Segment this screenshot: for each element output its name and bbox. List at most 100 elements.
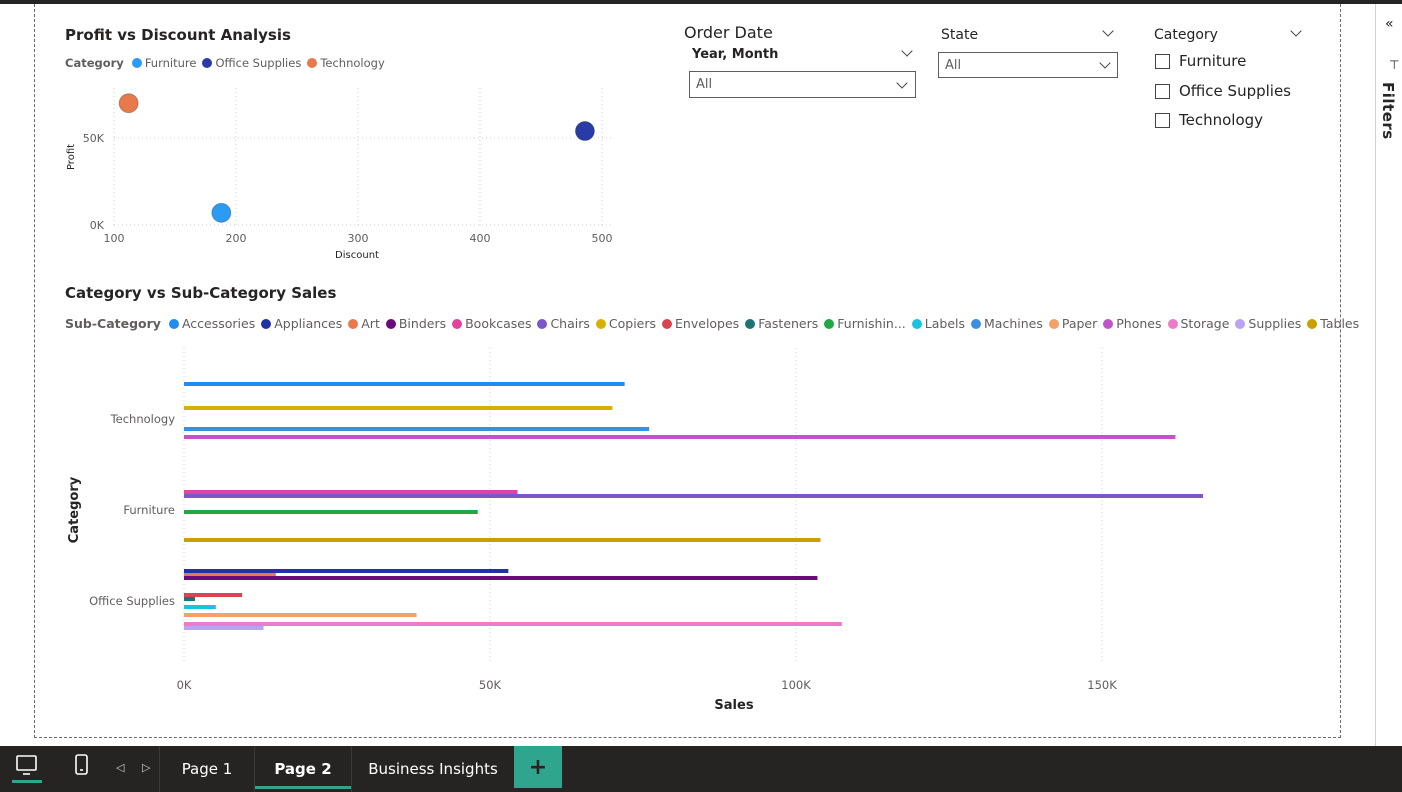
legend-item[interactable]: Technology: [307, 56, 385, 70]
legend-marker: [385, 318, 396, 329]
legend-label: Furnishin...: [837, 316, 906, 331]
legend-marker: [307, 58, 318, 68]
legend-item[interactable]: Storage: [1167, 316, 1229, 331]
legend-marker: [911, 318, 922, 329]
page-tab-business-insights[interactable]: Business Insights: [351, 746, 514, 792]
category-option-label: Technology: [1179, 111, 1264, 129]
order-date-dropdown[interactable]: All: [689, 71, 916, 98]
legend-marker: [261, 318, 272, 329]
legend-item[interactable]: Phones: [1103, 316, 1162, 331]
category-option-office-supplies[interactable]: Office Supplies: [1155, 82, 1291, 100]
legend-title: Category: [65, 56, 124, 70]
filter-icon: ⊤: [1389, 58, 1400, 72]
legend-marker: [1235, 318, 1246, 329]
y-axis-title: Category: [67, 476, 82, 543]
collapse-icon[interactable]: «: [1385, 16, 1394, 32]
legend-label: Chairs: [550, 316, 590, 331]
bar-furniture-bookcases[interactable]: [184, 490, 518, 494]
bar-office-supplies-supplies[interactable]: [184, 626, 264, 630]
bar-legend: Sub-Category Accessories Appliances Art Bind…: [65, 316, 1365, 331]
legend-item[interactable]: Tables: [1307, 316, 1359, 331]
legend-item[interactable]: Envelopes: [662, 316, 739, 331]
chevron-down-icon: [896, 77, 908, 89]
legend-label: Accessories: [181, 316, 256, 331]
legend-item[interactable]: Binders: [385, 316, 447, 331]
checkbox[interactable]: [1155, 53, 1170, 69]
legend-label: Furniture: [144, 56, 197, 70]
bar-office-supplies-envelopes[interactable]: [184, 593, 243, 597]
bar-technology-copiers[interactable]: [184, 406, 613, 410]
legend-item[interactable]: Art: [348, 316, 380, 331]
legend-item[interactable]: Bookcases: [452, 316, 531, 331]
legend-marker: [971, 318, 982, 329]
filters-pane-label: Filters: [1379, 82, 1397, 140]
bar-technology-accessories[interactable]: [184, 382, 625, 386]
checkbox[interactable]: [1155, 112, 1170, 128]
legend-label: Binders: [398, 316, 447, 331]
bar-chart-title: Category vs Sub-Category Sales: [65, 284, 337, 302]
category-axis-label: Technology: [110, 412, 176, 426]
legend-item[interactable]: Accessories: [168, 316, 256, 331]
legend-item[interactable]: Chairs: [537, 316, 590, 331]
checkbox[interactable]: [1155, 83, 1170, 99]
bar-office-supplies-paper[interactable]: [184, 613, 417, 617]
legend-label: Appliances: [274, 316, 343, 331]
legend-label: Bookcases: [465, 316, 532, 331]
filters-pane[interactable]: « ⊤ Filters: [1375, 4, 1402, 746]
legend-marker: [452, 318, 463, 329]
legend-item[interactable]: Office Supplies: [202, 56, 301, 70]
bar-technology-machines[interactable]: [184, 427, 650, 431]
legend-label: Office Supplies: [215, 56, 302, 70]
bar-furniture-chairs[interactable]: [184, 494, 1203, 498]
legend-marker: [662, 318, 673, 329]
legend-label: Tables: [1320, 316, 1360, 331]
bar-technology-phones[interactable]: [184, 435, 1176, 439]
x-tick-label: 500: [592, 232, 613, 245]
legend-label: Technology: [320, 56, 385, 70]
page-navigation-bar: ◁ ▷ Page 1 Page 2 Business Insights +: [0, 746, 1402, 792]
scatter-title: Profit vs Discount Analysis: [65, 26, 291, 44]
legend-marker: [1167, 318, 1178, 329]
bar-furniture-tables[interactable]: [184, 538, 821, 542]
mobile-view-icon[interactable]: [75, 754, 89, 776]
scatter-point-technology[interactable]: [118, 93, 139, 114]
legend-item[interactable]: Machines: [971, 316, 1043, 331]
legend-label: Machines: [984, 316, 1043, 331]
state-value: All: [945, 57, 962, 73]
x-axis-title: Discount: [335, 250, 379, 261]
legend-item[interactable]: Paper: [1048, 316, 1097, 331]
legend-item[interactable]: Furnishin...: [824, 316, 906, 331]
page-tab-page-2[interactable]: Page 2: [254, 746, 351, 792]
page-tab-page-1[interactable]: Page 1: [159, 746, 254, 792]
order-date-hierarchy-label: Year, Month: [692, 47, 779, 62]
bar-office-supplies-binders[interactable]: [184, 576, 818, 580]
category-option-furniture[interactable]: Furniture: [1155, 52, 1246, 70]
add-page-button[interactable]: +: [514, 746, 562, 788]
category-slicer-title: Category: [1154, 27, 1218, 43]
bar-furniture-furnishin-[interactable]: [184, 510, 478, 514]
legend-item[interactable]: Appliances: [261, 316, 342, 331]
bar-office-supplies-labels[interactable]: [184, 605, 216, 609]
next-page-icon[interactable]: ▷: [142, 761, 150, 774]
legend-marker: [595, 318, 606, 329]
bar-office-supplies-appliances[interactable]: [184, 569, 509, 573]
x-tick-label: 400: [470, 232, 491, 245]
desktop-view-indicator: [12, 780, 42, 783]
legend-item[interactable]: Copiers: [595, 316, 656, 331]
desktop-view-icon[interactable]: [16, 755, 38, 779]
legend-marker: [168, 318, 179, 329]
bar-office-supplies-storage[interactable]: [184, 622, 842, 626]
legend-item[interactable]: Supplies: [1235, 316, 1301, 331]
legend-item[interactable]: Fasteners: [745, 316, 818, 331]
x-axis-title: Sales: [714, 698, 753, 713]
x-tick-label: 150K: [1087, 678, 1117, 692]
category-option-technology[interactable]: Technology: [1155, 111, 1263, 129]
legend-item[interactable]: Furniture: [131, 56, 197, 70]
scatter-point-furniture[interactable]: [211, 202, 232, 223]
scatter-point-office-supplies[interactable]: [574, 121, 595, 142]
bar-office-supplies-fasteners[interactable]: [184, 597, 196, 601]
chevron-down-icon: [1099, 57, 1111, 69]
previous-page-icon[interactable]: ◁: [116, 761, 124, 774]
state-dropdown[interactable]: All: [938, 52, 1118, 78]
legend-item[interactable]: Labels: [911, 316, 965, 331]
